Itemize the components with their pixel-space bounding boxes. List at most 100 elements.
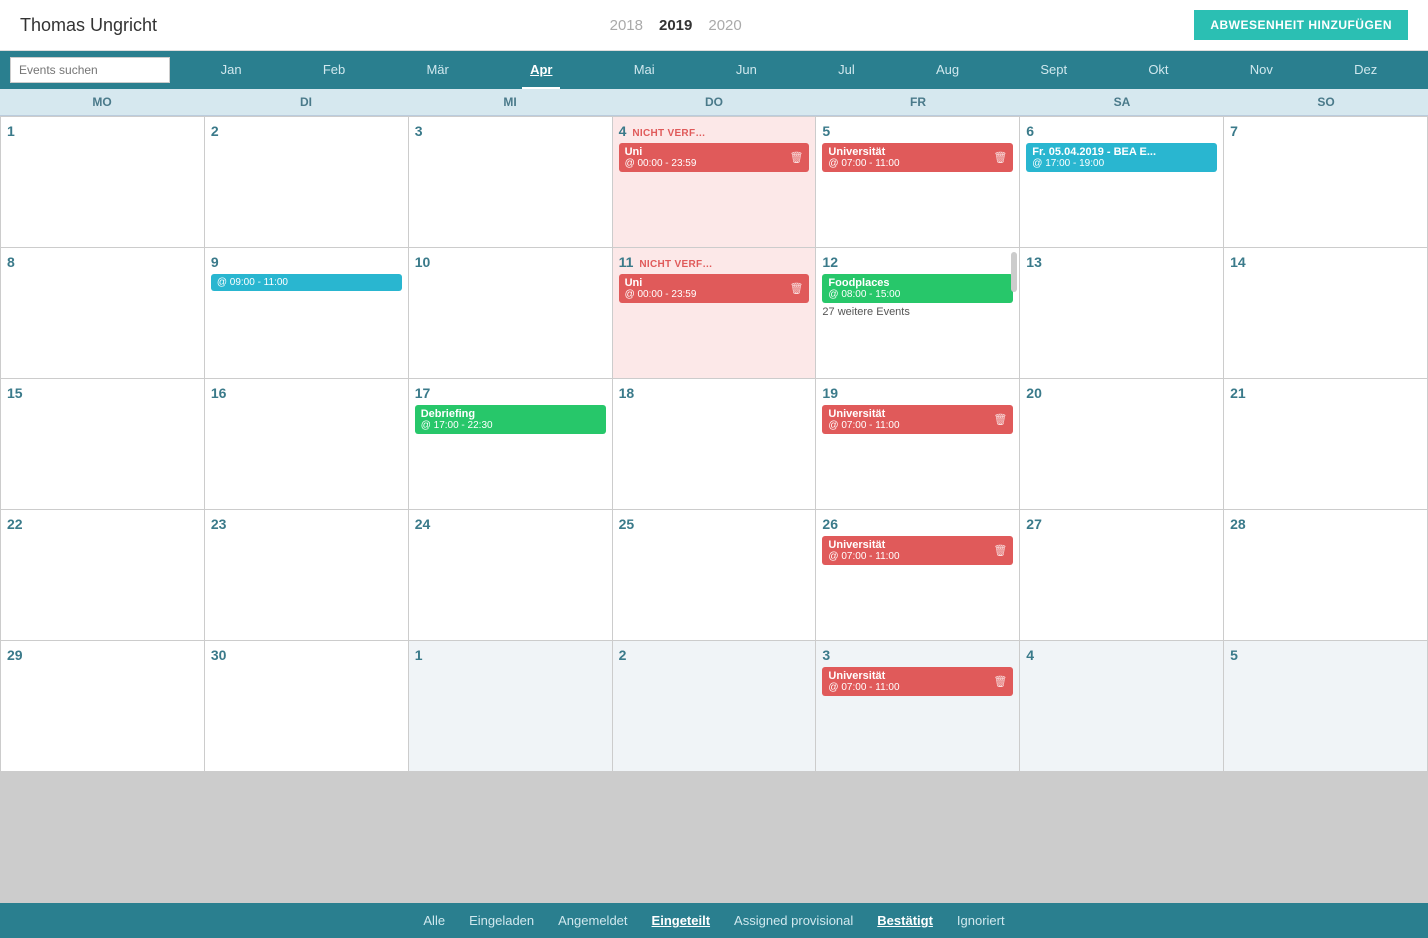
filter-eingeladen[interactable]: Eingeladen (469, 913, 534, 928)
day-number: 19 (822, 385, 838, 401)
day-number: 30 (211, 647, 227, 663)
month-list: Jan Feb Mär Apr Mai Jun Jul Aug Sept Okt… (180, 52, 1418, 89)
day-number: 28 (1230, 516, 1246, 532)
delete-event-icon[interactable]: 🗑 (789, 282, 803, 295)
calendar-cell-5-5[interactable]: 3Universität@ 07:00 - 11:00🗑 (816, 641, 1019, 771)
calendar-cell-1-1[interactable]: 1 (1, 117, 204, 247)
filter-assigned-provisional[interactable]: Assigned provisional (734, 913, 853, 928)
calendar-cell-3-1[interactable]: 15 (1, 379, 204, 509)
day-number: 7 (1230, 123, 1238, 139)
event-pill[interactable]: Foodplaces@ 08:00 - 15:00 (822, 274, 1013, 303)
event-time: @ 17:00 - 19:00 (1032, 158, 1211, 169)
delete-event-icon[interactable]: 🗑 (993, 151, 1007, 164)
event-pill[interactable]: Debriefing@ 17:00 - 22:30 (415, 405, 606, 434)
day-number: 4 (619, 123, 627, 139)
calendar-cell-4-6[interactable]: 27 (1020, 510, 1223, 640)
event-pill[interactable]: Universität@ 07:00 - 11:00🗑 (822, 667, 1013, 696)
calendar-cell-3-7[interactable]: 21 (1224, 379, 1427, 509)
event-time: @ 07:00 - 11:00 (828, 682, 993, 693)
calendar-cell-1-2[interactable]: 2 (205, 117, 408, 247)
month-mai[interactable]: Mai (626, 52, 663, 89)
calendar-cell-4-4[interactable]: 25 (613, 510, 816, 640)
more-events-label[interactable]: 27 weitere Events (822, 306, 1013, 318)
event-pill[interactable]: Uni@ 00:00 - 23:59🗑 (619, 143, 810, 172)
filter-angemeldet[interactable]: Angemeldet (558, 913, 627, 928)
year-2019[interactable]: 2019 (659, 17, 692, 34)
event-pill[interactable]: Uni@ 00:00 - 23:59🗑 (619, 274, 810, 303)
add-absence-button[interactable]: ABWESENHEIT HINZUFÜGEN (1194, 10, 1408, 40)
delete-event-icon[interactable]: 🗑 (993, 544, 1007, 557)
calendar-cell-1-4[interactable]: 4 NICHT VERF… Uni@ 00:00 - 23:59🗑 (613, 117, 816, 247)
calendar-cell-3-2[interactable]: 16 (205, 379, 408, 509)
day-headers: MO DI MI DO FR SA SO (0, 89, 1428, 116)
calendar-cell-1-6[interactable]: 6Fr. 05.04.2019 - BEA E...@ 17:00 - 19:0… (1020, 117, 1223, 247)
nicht-verfugbar-label: NICHT VERF… (632, 128, 705, 139)
calendar-cell-2-2[interactable]: 9@ 09:00 - 11:00 (205, 248, 408, 378)
month-nov[interactable]: Nov (1242, 52, 1281, 89)
day-header-sa: SA (1020, 89, 1224, 115)
calendar-cell-4-2[interactable]: 23 (205, 510, 408, 640)
year-2018[interactable]: 2018 (610, 17, 643, 34)
month-sept[interactable]: Sept (1032, 52, 1075, 89)
day-number: 29 (7, 647, 23, 663)
month-jan[interactable]: Jan (213, 52, 250, 89)
calendar-cell-1-3[interactable]: 3 (409, 117, 612, 247)
filter-bestatigt[interactable]: Bestätigt (877, 913, 933, 928)
month-dez[interactable]: Dez (1346, 52, 1385, 89)
calendar-cell-3-6[interactable]: 20 (1020, 379, 1223, 509)
calendar-cell-2-3[interactable]: 10 (409, 248, 612, 378)
calendar-cell-5-7[interactable]: 5 (1224, 641, 1427, 771)
calendar-cell-4-3[interactable]: 24 (409, 510, 612, 640)
day-header-di: DI (204, 89, 408, 115)
filter-eingeteilt[interactable]: Eingeteilt (652, 913, 711, 928)
event-pill[interactable]: Universität@ 07:00 - 11:00🗑 (822, 143, 1013, 172)
calendar-cell-5-3[interactable]: 1 (409, 641, 612, 771)
calendar-cell-4-7[interactable]: 28 (1224, 510, 1427, 640)
page-title: Thomas Ungricht (20, 15, 157, 36)
month-jul[interactable]: Jul (830, 52, 863, 89)
search-input[interactable] (10, 57, 170, 83)
year-2020[interactable]: 2020 (708, 17, 741, 34)
month-feb[interactable]: Feb (315, 52, 353, 89)
delete-event-icon[interactable]: 🗑 (993, 413, 1007, 426)
calendar-cell-1-5[interactable]: 5Universität@ 07:00 - 11:00🗑 (816, 117, 1019, 247)
scroll-bar[interactable] (1011, 252, 1017, 292)
calendar-cell-5-1[interactable]: 29 (1, 641, 204, 771)
event-pill[interactable]: @ 09:00 - 11:00 (211, 274, 402, 291)
event-name: Universität (828, 146, 993, 158)
nicht-verfugbar-label: NICHT VERF… (639, 259, 712, 270)
month-apr[interactable]: Apr (522, 52, 560, 89)
day-number: 26 (822, 516, 838, 532)
calendar-cell-2-4[interactable]: 11NICHT VERF…Uni@ 00:00 - 23:59🗑 (613, 248, 816, 378)
calendar-cell-3-4[interactable]: 18 (613, 379, 816, 509)
calendar-cell-4-1[interactable]: 22 (1, 510, 204, 640)
month-mar[interactable]: Mär (418, 52, 456, 89)
calendar-cell-2-1[interactable]: 8 (1, 248, 204, 378)
month-okt[interactable]: Okt (1140, 52, 1176, 89)
event-pill[interactable]: Universität@ 07:00 - 11:00🗑 (822, 536, 1013, 565)
calendar-cell-2-7[interactable]: 14 (1224, 248, 1427, 378)
calendar-cell-2-6[interactable]: 13 (1020, 248, 1223, 378)
day-number: 27 (1026, 516, 1042, 532)
calendar-cell-2-5[interactable]: 12Foodplaces@ 08:00 - 15:0027 weitere Ev… (816, 248, 1019, 378)
day-number: 16 (211, 385, 227, 401)
month-aug[interactable]: Aug (928, 52, 967, 89)
event-pill[interactable]: Fr. 05.04.2019 - BEA E...@ 17:00 - 19:00 (1026, 143, 1217, 172)
filter-alle[interactable]: Alle (423, 913, 445, 928)
calendar-cell-3-5[interactable]: 19 Universität@ 07:00 - 11:00🗑 (816, 379, 1019, 509)
event-time: @ 17:00 - 22:30 (421, 420, 600, 431)
delete-event-icon[interactable]: 🗑 (789, 151, 803, 164)
event-time: @ 00:00 - 23:59 (625, 158, 790, 169)
calendar-cell-5-4[interactable]: 2 (613, 641, 816, 771)
calendar-cell-1-7[interactable]: 7 (1224, 117, 1427, 247)
day-header-fr: FR (816, 89, 1020, 115)
calendar-cell-3-3[interactable]: 17Debriefing@ 17:00 - 22:30 (409, 379, 612, 509)
calendar-cell-5-2[interactable]: 30 (205, 641, 408, 771)
delete-event-icon[interactable]: 🗑 (993, 675, 1007, 688)
event-pill[interactable]: Universität@ 07:00 - 11:00🗑 (822, 405, 1013, 434)
month-jun[interactable]: Jun (728, 52, 765, 89)
filter-ignoriert[interactable]: Ignoriert (957, 913, 1005, 928)
calendar-cell-5-6[interactable]: 4 (1020, 641, 1223, 771)
calendar-cell-4-5[interactable]: 26 Universität@ 07:00 - 11:00🗑 (816, 510, 1019, 640)
scroll-overlay (1009, 248, 1019, 378)
